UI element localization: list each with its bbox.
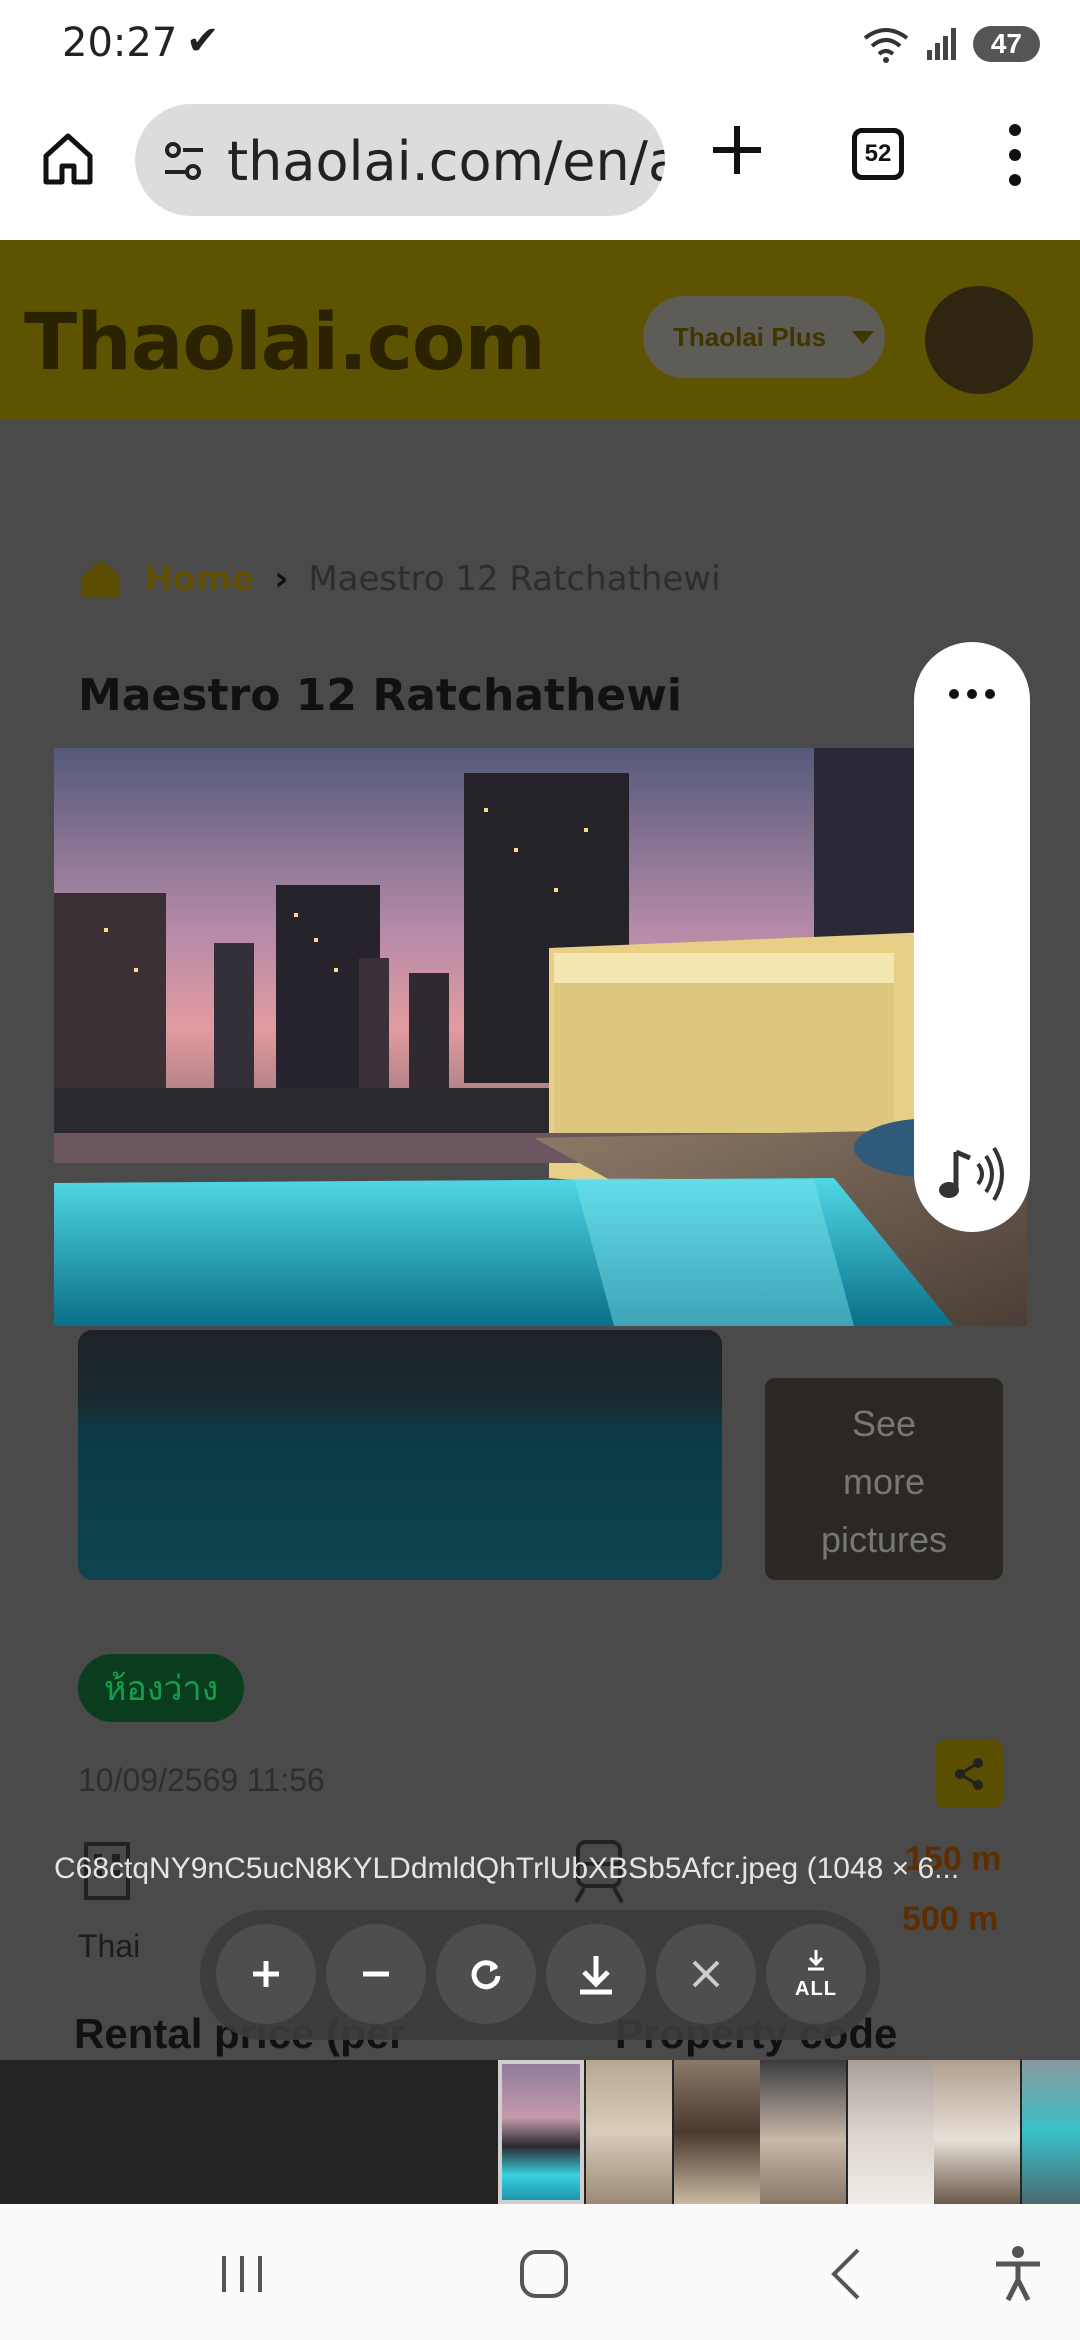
breadcrumb-home[interactable]: Home [144, 559, 254, 599]
tab-switcher-button[interactable]: 52 [852, 128, 904, 180]
thumbnail-5[interactable] [848, 2060, 934, 2204]
thumbnail-7[interactable] [1022, 2060, 1080, 2204]
breadcrumb-current: Maestro 12 Ratchathewi [308, 559, 721, 599]
battery-indicator: 47 [972, 26, 1040, 62]
thumbnail-3[interactable] [674, 2060, 760, 2204]
image-file-name: C68ctqNY9nC5ucN8KYLDdmldQhTrlUbXBSb5Afcr… [54, 1852, 960, 1885]
gallery-main-image[interactable] [78, 1330, 722, 1580]
thumbnail-1[interactable] [498, 2060, 584, 2204]
home-icon [82, 560, 120, 598]
system-navigation-bar [0, 2204, 1080, 2340]
site-logo[interactable]: Thaolai.com [24, 298, 546, 388]
close-icon [692, 1960, 720, 1988]
thumbnail-6[interactable] [934, 2060, 1020, 2204]
more-options-icon[interactable] [942, 684, 1002, 704]
zoom-out-button[interactable] [326, 1924, 426, 2024]
wifi-icon [863, 28, 909, 63]
viewer-image[interactable] [54, 748, 1027, 1326]
thumbnail-strip [0, 2060, 1080, 2204]
status-time: 20:27 [62, 20, 178, 66]
pool-photo [54, 748, 1027, 1326]
accessibility-icon[interactable] [986, 2242, 1050, 2306]
avatar[interactable] [925, 286, 1033, 394]
chevron-right-icon: › [274, 559, 289, 599]
close-viewer-button[interactable] [656, 1924, 756, 2024]
download-all-label: ALL [795, 1977, 837, 2000]
see-more-line-1: See [851, 1403, 917, 1444]
viewer-controls: ALL [200, 1910, 880, 2040]
download-all-icon [808, 1949, 824, 1970]
viewer-side-panel [914, 642, 1030, 1232]
post-date: 10/09/2569 11:56 [78, 1762, 325, 1798]
download-all-button[interactable]: ALL [766, 1924, 866, 2024]
thumbnail-4[interactable] [760, 2060, 846, 2204]
rotate-button[interactable] [436, 1924, 536, 2024]
see-more-line-3: pictures [820, 1519, 948, 1560]
site-header: Thaolai.com Thaolai Plus [0, 240, 1080, 420]
dropdown-label: Thaolai Plus [673, 321, 827, 352]
home-icon[interactable] [38, 128, 98, 188]
read-aloud-icon[interactable] [936, 1142, 1008, 1206]
distance-value-2: 500 m [902, 1900, 999, 1938]
new-tab-icon[interactable] [705, 118, 769, 182]
see-more-line-2: more [842, 1461, 926, 1502]
url-text[interactable]: thaolai.com/en/a [227, 130, 665, 193]
home-nav-icon[interactable] [512, 2242, 576, 2306]
download-icon [580, 1956, 612, 1995]
browser-toolbar: thaolai.com/en/a 52 [0, 90, 1080, 240]
address-bar[interactable]: thaolai.com/en/a [135, 104, 665, 216]
signal-icon [926, 28, 956, 60]
rotate-icon [471, 1960, 501, 1990]
minus-icon [363, 1971, 389, 1977]
thaolai-plus-dropdown[interactable]: Thaolai Plus [643, 296, 885, 378]
breadcrumb: Home › Maestro 12 Ratchathewi [78, 554, 721, 604]
recent-apps-icon[interactable] [210, 2242, 274, 2306]
share-button[interactable] [935, 1740, 1003, 1808]
status-icons: 47 [861, 22, 1040, 66]
status-badge: ห้องว่าง [78, 1654, 245, 1722]
site-settings-icon[interactable] [161, 138, 207, 184]
page-title: Maestro 12 Ratchathewi [78, 670, 682, 721]
zoom-in-button[interactable] [216, 1924, 316, 2024]
see-more-pictures-button[interactable]: See more pictures [765, 1378, 1003, 1580]
download-button[interactable] [546, 1924, 646, 2024]
thumbnail-2[interactable] [586, 2060, 672, 2204]
chevron-down-icon [852, 330, 875, 344]
download-complete-icon: ✔ [186, 19, 220, 63]
status-bar: 20:27 ✔ 47 [0, 0, 1080, 90]
back-icon[interactable] [816, 2242, 880, 2306]
language-label: Thai [78, 1928, 141, 1964]
more-menu-icon[interactable] [1000, 120, 1030, 190]
plus-icon [253, 1961, 279, 1987]
share-icon [955, 1758, 983, 1790]
